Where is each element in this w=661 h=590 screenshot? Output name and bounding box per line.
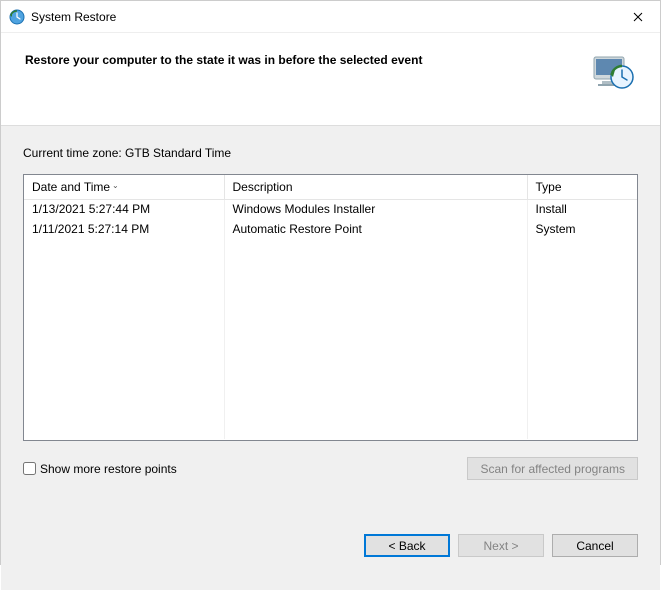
content-panel: Current time zone: GTB Standard Time Dat…	[1, 125, 660, 518]
table-row[interactable]: 1/13/2021 5:27:44 PM Windows Modules Ins…	[24, 199, 637, 219]
cell-datetime: 1/13/2021 5:27:44 PM	[24, 199, 224, 219]
column-header-datetime-label: Date and Time	[32, 180, 110, 194]
table-header-row: Date and Time⌄ Description Type	[24, 175, 637, 199]
close-button[interactable]	[615, 1, 660, 33]
cancel-button[interactable]: Cancel	[552, 534, 638, 557]
table-row-empty: .	[24, 259, 637, 279]
show-more-checkbox[interactable]	[23, 462, 36, 475]
cell-type: System	[527, 219, 637, 239]
system-restore-icon	[9, 9, 25, 25]
table-row-empty: .	[24, 339, 637, 359]
table-row-empty: .	[24, 239, 637, 259]
cell-datetime: 1/11/2021 5:27:14 PM	[24, 219, 224, 239]
page-heading: Restore your computer to the state it wa…	[25, 53, 576, 67]
cell-description: Automatic Restore Point	[224, 219, 527, 239]
table-row-empty: .	[24, 319, 637, 339]
next-button: Next >	[458, 534, 544, 557]
timezone-label: Current time zone: GTB Standard Time	[23, 146, 638, 160]
cell-description: Windows Modules Installer	[224, 199, 527, 219]
sort-descending-icon: ⌄	[112, 181, 119, 190]
show-more-label: Show more restore points	[40, 462, 177, 476]
cell-type: Install	[527, 199, 637, 219]
scan-affected-button: Scan for affected programs	[467, 457, 638, 480]
wizard-footer: < Back Next > Cancel	[1, 518, 660, 590]
close-icon	[633, 12, 643, 22]
header: Restore your computer to the state it wa…	[1, 33, 660, 125]
restore-hero-icon	[588, 47, 636, 95]
column-header-type[interactable]: Type	[527, 175, 637, 199]
show-more-checkbox-wrap[interactable]: Show more restore points	[23, 462, 177, 476]
below-table-row: Show more restore points Scan for affect…	[23, 457, 638, 480]
window-title: System Restore	[31, 10, 615, 24]
column-header-description[interactable]: Description	[224, 175, 527, 199]
restore-points-table[interactable]: Date and Time⌄ Description Type 1/13/202…	[23, 174, 638, 441]
table-row[interactable]: 1/11/2021 5:27:14 PM Automatic Restore P…	[24, 219, 637, 239]
table-row-empty: .	[24, 279, 637, 299]
back-button[interactable]: < Back	[364, 534, 450, 557]
table-row-empty: .	[24, 299, 637, 319]
table-row-empty: .	[24, 379, 637, 399]
table-row-empty: .	[24, 359, 637, 379]
column-header-datetime[interactable]: Date and Time⌄	[24, 175, 224, 199]
table-row-empty: .	[24, 399, 637, 419]
titlebar: System Restore	[1, 1, 660, 33]
table-row-empty: .	[24, 419, 637, 439]
